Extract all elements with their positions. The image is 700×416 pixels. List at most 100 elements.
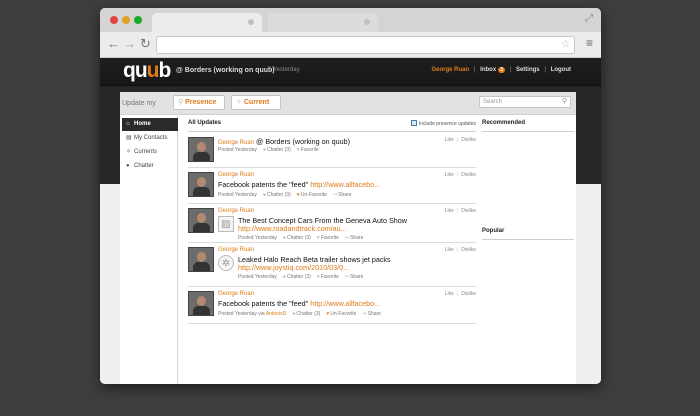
like-link[interactable]: Like [445,137,454,143]
post-headline: Facebook patents the "feed" http://www.a… [218,180,381,189]
post-meta: Posted Yesterday ●Chatter (3) ♥Un-Favorite… [218,192,352,198]
main-container: Update my ⚲ Presence ✧ Current Search ⚲ ⌂ Ho… [120,92,576,384]
chatter-link[interactable]: Chatter (3) [267,147,291,153]
like-dislike: Like | Dislike [444,291,476,297]
heart-icon: ♥ [326,311,330,317]
zoom-window-button[interactable] [134,16,142,24]
logout-link[interactable]: Logout [551,67,571,73]
share-link[interactable]: Share [338,192,351,198]
post-headline: Facebook patents the "feed" http://www.a… [218,299,381,308]
dislike-link[interactable]: Dislike [461,208,476,214]
browser-tab-1[interactable] [152,13,262,32]
favorite-link[interactable]: Favorite [301,147,319,153]
forward-arrow-icon[interactable]: → [123,37,136,51]
dislike-link[interactable]: Dislike [461,137,476,143]
heart-icon: ♥ [316,274,320,280]
dislike-link[interactable]: Dislike [461,172,476,178]
post-link[interactable]: http://www.joystiq.com/2010/03/0... [238,263,349,272]
chat-icon: ● [282,235,286,241]
user-link[interactable]: George Ruan [431,67,469,73]
avatar[interactable] [188,247,214,272]
sidebar-item-home[interactable]: ⌂ Home [122,118,178,131]
film-reel-icon[interactable]: ✲ [218,255,234,271]
sidebar-item-my-contacts[interactable]: ▤ My Contacts [122,132,178,145]
lightbulb-icon: ✧ [236,99,242,106]
post-author[interactable]: George Ruan [218,291,254,297]
context-title: @ Borders (working on quub) [176,67,275,74]
dislike-link[interactable]: Dislike [461,291,476,297]
avatar[interactable] [188,137,214,162]
location-pin-icon: ⚲ [178,99,184,106]
avatar[interactable] [188,291,214,316]
back-arrow-icon[interactable]: ← [107,37,120,51]
share-link[interactable]: Share [368,311,381,317]
like-link[interactable]: Like [445,247,454,253]
post-author[interactable]: George Ruan [218,172,254,178]
presence-button[interactable]: ⚲ Presence [173,95,225,110]
inbox-link[interactable]: Inbox 3 [480,67,505,73]
chatter-link[interactable]: Chatter (3) [296,311,320,317]
share-icon: ↪ [332,192,338,198]
favorite-link[interactable]: Favorite [321,235,339,241]
include-presence-option[interactable]: Include presence updates [410,120,476,127]
image-thumbnail-icon[interactable]: ▨ [218,216,234,232]
settings-link[interactable]: Settings [516,67,540,73]
dislike-link[interactable]: Dislike [461,247,476,253]
inbox-count-badge: 3 [498,67,505,73]
unfavorite-link[interactable]: Un-Favorite [330,311,356,317]
chat-icon: ● [262,192,266,198]
post-link[interactable]: http://www.allfacebo... [310,180,380,189]
like-link[interactable]: Like [445,208,454,214]
like-dislike: Like | Dislike [444,172,476,178]
tab-bar: ⤢ [100,8,601,32]
tab-close-icon[interactable] [364,19,370,25]
include-presence-checkbox[interactable] [410,120,417,126]
hamburger-icon[interactable]: ≡ [586,36,593,50]
chatter-link[interactable]: Chatter (3) [267,192,291,198]
header-nav: George Ruan | Inbox 3 | Settings | Logout [431,67,571,73]
avatar[interactable] [188,172,214,197]
post-author[interactable]: George Ruan [218,247,254,253]
browser-tab-2[interactable] [268,13,378,32]
tab-close-icon[interactable] [248,19,254,25]
post-link[interactable]: http://www.roadandtrack.com/au... [238,224,347,233]
update-bar: Update my ⚲ Presence ✧ Current Search ⚲ [120,92,576,115]
minimize-window-button[interactable] [122,16,130,24]
like-link[interactable]: Like [445,291,454,297]
post-author[interactable]: George Ruan [218,140,254,146]
share-link[interactable]: Share [350,274,363,280]
chat-icon: ● [282,274,286,280]
share-icon: ↪ [362,311,367,317]
star-icon[interactable]: ☆ [561,39,570,50]
post-link[interactable]: http://www.allfacebo... [310,299,380,308]
feed-post: George Ruan @ Borders (working on quub) … [188,134,476,168]
chatter-link[interactable]: Chatter (3) [287,274,311,280]
chatter-link[interactable]: Chatter (3) [287,235,311,241]
address-bar[interactable]: ☆ [156,36,575,54]
like-dislike: Like | Dislike [444,208,476,214]
recommended-heading: Recommended [482,120,574,132]
post-author[interactable]: George Ruan [218,208,254,214]
sidebar: ⌂ Home ▤ My Contacts ✧ Currents ● Chatter [120,116,178,384]
feed-post: George Ruan ✲ Leaked Halo Reach Beta tra… [188,244,476,287]
avatar[interactable] [188,208,214,233]
like-link[interactable]: Like [445,172,454,178]
reload-icon[interactable]: ↻ [140,37,151,51]
sidebar-item-chatter[interactable]: ● Chatter [122,160,178,173]
post-meta: Posted Yesterday ●Chatter (3) ♥Favorite ↪Sh… [238,235,364,241]
favorite-link[interactable]: Favorite [321,274,339,280]
search-icon[interactable]: ⚲ [562,97,567,107]
search-input[interactable]: Search ⚲ [479,96,571,108]
contacts-icon: ▤ [126,135,132,141]
close-window-button[interactable] [110,16,118,24]
context-time: | Yesterday [270,67,300,73]
like-dislike: Like | Dislike [444,247,476,253]
sidebar-item-currents[interactable]: ✧ Currents [122,146,178,159]
popular-heading: Popular [482,228,574,240]
via-user-link[interactable]: AntonioD [266,311,287,317]
quub-logo[interactable]: quub [123,59,171,83]
unfavorite-link[interactable]: Un-Favorite [301,192,327,198]
share-link[interactable]: Share [350,235,363,241]
fullscreen-icon[interactable]: ⤢ [585,13,593,24]
current-button[interactable]: ✧ Current [231,95,281,110]
